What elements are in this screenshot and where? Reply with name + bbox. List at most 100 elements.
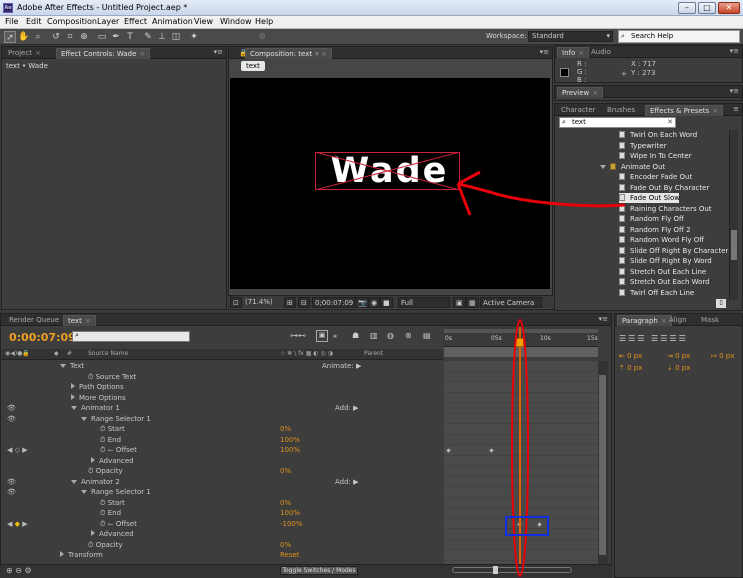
list-item[interactable]: Twirl Off Each Line <box>619 288 694 298</box>
tab-composition[interactable]: Composition: text ▾ × <box>245 48 332 59</box>
table-row[interactable]: Text Animate: ▶ <box>2 361 443 372</box>
column-parent[interactable]: Parent <box>364 350 383 357</box>
grid-icon[interactable]: ⊞ <box>284 297 296 308</box>
tab-preview[interactable]: Preview × <box>557 87 604 98</box>
table-row[interactable]: More Options <box>2 393 443 404</box>
stopwatch-icon[interactable]: ⏱ <box>88 373 93 381</box>
pan-behind-tool-icon[interactable]: ⊕ <box>78 31 90 43</box>
current-time-display[interactable]: 0;00:07:09 <box>312 297 357 308</box>
stopwatch-icon[interactable]: ⏱ <box>88 467 93 475</box>
first-line-indent-field[interactable]: ↦ 0 px <box>711 352 734 360</box>
table-row[interactable]: ⏱ Start 0% <box>2 424 443 435</box>
zoom-slider[interactable] <box>452 566 572 574</box>
selection-tool-icon[interactable]: ➚ <box>4 31 16 43</box>
menu-view[interactable]: View <box>194 17 213 26</box>
graph-editor-icon[interactable]: ⊛ <box>405 331 412 340</box>
tab-brushes[interactable]: Brushes <box>603 105 639 116</box>
panel-menu-icon[interactable]: ▾≡ <box>599 315 608 323</box>
zoom-level[interactable]: (71.4%) <box>243 297 275 308</box>
current-time-indicator-display[interactable]: 0:00:07:09 <box>9 331 76 344</box>
table-row[interactable]: ⏱ Opacity 0% <box>2 540 443 551</box>
stopwatch-icon[interactable]: ⏱ <box>100 436 105 444</box>
table-row[interactable]: Path Options <box>2 382 443 393</box>
list-item[interactable]: Twirl On Each Word <box>619 130 697 140</box>
region-of-interest-icon[interactable]: ▣ <box>453 297 466 308</box>
time-navigator[interactable] <box>444 329 598 333</box>
panel-menu-icon[interactable]: ▾≡ <box>730 47 739 55</box>
list-item[interactable]: Typewriter <box>619 141 667 151</box>
table-row[interactable]: ◀ ◆ ▶ ⏱ ⌙ Offset -100% <box>2 519 443 530</box>
timeline-search-input[interactable]: ⌕ <box>72 331 190 342</box>
table-row[interactable]: ⏱ End 100% <box>2 508 443 519</box>
menu-effect[interactable]: Effect <box>124 17 147 26</box>
space-after-field[interactable]: ⇣ 0 px <box>667 364 690 372</box>
eraser-tool-icon[interactable]: ◫ <box>170 31 182 43</box>
list-item-folder[interactable]: Animate Out <box>600 162 665 172</box>
brainstorm-icon[interactable]: ▤ <box>423 331 431 340</box>
property-value[interactable]: 100% <box>280 508 300 518</box>
menu-animation[interactable]: Animation <box>152 17 193 26</box>
tab-paragraph[interactable]: Paragraph × <box>617 315 672 326</box>
twirl-closed-icon[interactable] <box>71 383 75 389</box>
list-item[interactable]: Random Fly Off <box>619 214 684 224</box>
add-menu-icon[interactable]: ▶ <box>353 404 358 412</box>
tab-timeline-text[interactable]: text × <box>63 315 96 326</box>
timeline-footer-icons[interactable]: ⊕ ⊖ ⚙ <box>6 566 32 575</box>
camera-tool-icon[interactable]: ⌗ <box>64 31 76 43</box>
panel-menu-icon[interactable]: ▾≡ <box>730 87 739 95</box>
list-item[interactable]: Stretch Out Each Line <box>619 267 706 277</box>
rotate-tool-icon[interactable]: ↺ <box>50 31 62 43</box>
twirl-open-icon[interactable] <box>71 406 77 410</box>
search-help-input[interactable]: ⌕ Search Help <box>618 30 740 43</box>
add-menu-icon[interactable]: ▶ <box>353 478 358 486</box>
work-area-bar[interactable] <box>444 346 598 357</box>
eye-icon[interactable]: 👁 <box>7 414 16 424</box>
table-row[interactable]: ⏱ End 100% <box>2 435 443 446</box>
menu-help[interactable]: Help <box>255 17 273 26</box>
clear-search-icon[interactable]: ✕ <box>667 118 673 127</box>
live-update-icon[interactable]: ▣ <box>316 330 328 342</box>
axis-mode-icon[interactable]: ⊕ <box>256 31 268 43</box>
motion-blur-icon[interactable]: ◍ <box>387 331 394 340</box>
composition-subtab[interactable]: text <box>241 61 265 71</box>
stopwatch-icon[interactable]: ⏱ <box>100 509 105 517</box>
pen-tool-icon[interactable]: ✒ <box>110 31 122 43</box>
twirl-open-icon[interactable] <box>60 364 66 368</box>
eye-icon[interactable]: 👁 <box>7 477 16 487</box>
eye-icon[interactable]: 👁 <box>7 487 16 497</box>
tab-effect-controls[interactable]: Effect Controls: Wade × <box>56 48 151 59</box>
puppet-pin-tool-icon[interactable]: ✦ <box>188 31 200 43</box>
type-tool-icon[interactable]: T <box>124 31 136 43</box>
property-value[interactable]: 0% <box>280 540 291 550</box>
current-time-indicator[interactable] <box>519 327 521 567</box>
minimize-button[interactable]: – <box>678 2 696 14</box>
twirl-closed-icon[interactable] <box>71 393 75 400</box>
keyframe-navigator-icon[interactable]: ◀ ◇ ▶ <box>7 445 28 455</box>
keyframe-track-area[interactable] <box>444 361 598 564</box>
animate-menu-icon[interactable]: ▶ <box>356 362 361 370</box>
list-item[interactable]: Wipe In To Center <box>619 151 692 161</box>
tab-align[interactable]: Align <box>665 315 691 326</box>
maximize-button[interactable]: □ <box>698 2 716 14</box>
stopwatch-icon[interactable]: ⏱ <box>100 425 105 433</box>
panel-menu-icon[interactable]: ≡ <box>733 105 739 113</box>
property-value[interactable]: 0% <box>280 466 291 476</box>
workspace-select[interactable]: Standard <box>528 31 613 42</box>
table-row[interactable]: Advanced <box>2 456 443 467</box>
twirl-open-icon[interactable] <box>81 416 87 421</box>
property-value[interactable]: 100% <box>280 435 300 445</box>
stopwatch-icon[interactable]: ⏱ <box>100 499 105 507</box>
list-item[interactable]: Fade Out By Character <box>619 183 709 193</box>
always-preview-icon[interactable]: ⊡ <box>230 297 242 308</box>
twirl-closed-icon[interactable] <box>60 551 64 557</box>
frame-blending-icon[interactable]: ▥ <box>370 331 378 340</box>
new-folder-icon[interactable]: ▯ <box>716 299 726 308</box>
twirl-closed-icon[interactable] <box>91 456 95 463</box>
eye-icon[interactable]: 👁 <box>7 403 16 413</box>
hand-tool-icon[interactable]: ✋ <box>18 31 30 43</box>
stopwatch-active-icon[interactable]: ⏱ <box>100 446 105 454</box>
property-value[interactable]: -100% <box>280 519 303 529</box>
table-row[interactable]: ⏱ Opacity 0% <box>2 466 443 477</box>
stopwatch-active-icon[interactable]: ⏱ <box>100 520 105 528</box>
scrollbar-thumb[interactable] <box>599 375 606 555</box>
